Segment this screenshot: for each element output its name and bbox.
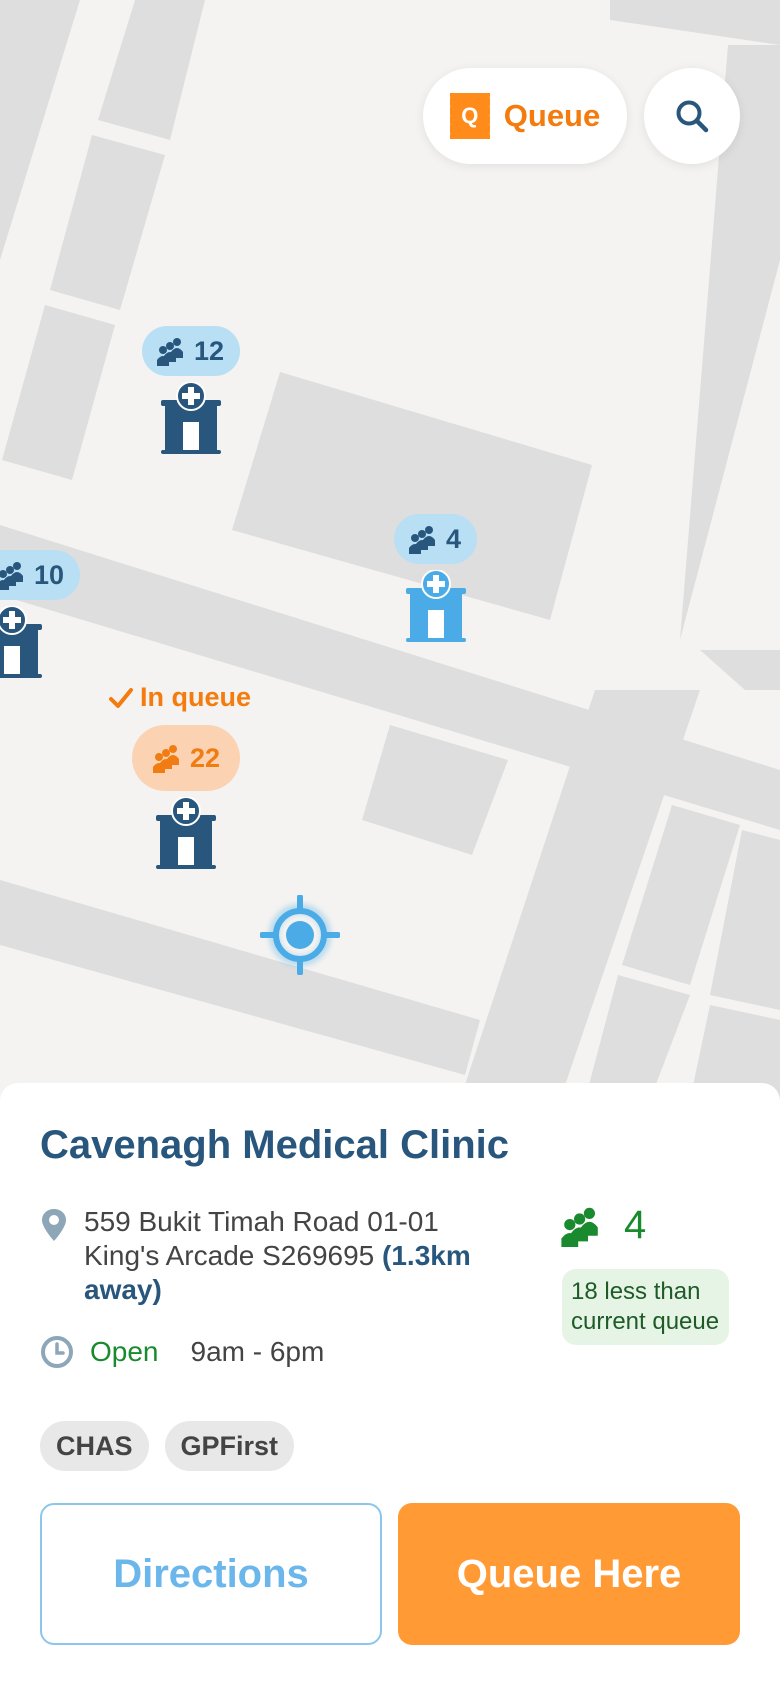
queue-count-badge: 4 [394,514,478,564]
map-view[interactable]: Q Queue 12 4 10 In queue 22 [0,0,780,1100]
clinic-pin[interactable]: 10 [0,550,81,678]
tag-chas: CHAS [40,1421,149,1471]
address-row: 559 Bukit Timah Road 01-01 King's Arcade… [40,1205,520,1307]
people-icon [0,562,23,590]
directions-button[interactable]: Directions [40,1503,382,1645]
search-icon [676,100,709,133]
address-text: 559 Bukit Timah Road 01-01 King's Arcade… [84,1205,520,1307]
clinic-pin-in-queue[interactable]: 22 [132,725,241,869]
queue-button[interactable]: Q Queue [423,68,627,164]
clinic-icon [156,797,217,869]
opening-hours: 9am - 6pm [190,1336,325,1367]
clinic-icon [161,382,222,454]
ticket-icon: Q [446,93,490,139]
clinic-pin[interactable]: 4 [394,514,478,642]
location-pin-icon [42,1209,66,1241]
map-background [0,0,780,1100]
clinic-pin[interactable]: 12 [142,326,241,454]
clock-icon [41,1336,73,1368]
pin-count: 12 [194,335,225,366]
current-location-icon [260,895,340,975]
queue-button-label: Queue [503,98,601,133]
scheme-tags: CHAS GPFirst [40,1421,295,1471]
checkmark-icon [109,687,133,708]
in-queue-label: In queue [108,682,251,713]
pin-count: 4 [446,523,462,554]
queue-here-button[interactable]: Queue Here [398,1503,740,1645]
people-icon [409,526,435,554]
queue-count-badge: 22 [132,725,241,791]
clinic-name: Cavenagh Medical Clinic [40,1123,510,1167]
queue-comparison-note: 18 less than current queue [562,1269,730,1345]
queue-count-badge: 10 [0,550,81,600]
clinic-detail-sheet: Cavenagh Medical Clinic 559 Bukit Timah … [0,1083,780,1688]
people-icon [153,745,179,773]
open-status: Open [90,1336,159,1367]
tag-gpfirst: GPFirst [164,1421,295,1471]
queue-note-line2: current queue [571,1308,720,1335]
search-button[interactable] [644,68,740,164]
people-icon [157,338,183,366]
pin-count: 22 [190,742,221,773]
clinic-icon [0,606,43,678]
queue-note-line1: 18 less than [571,1278,701,1305]
ticket-letter: Q [461,103,479,128]
people-icon [561,1207,598,1247]
in-queue-text: In queue [140,682,252,712]
pin-count: 10 [34,559,65,590]
queue-count-badge: 12 [142,326,241,376]
queue-count: 4 [560,1203,646,1248]
hours-row: Open 9am - 6pm [40,1335,324,1369]
clinic-icon [405,570,466,642]
queue-count-value: 4 [624,1203,647,1247]
